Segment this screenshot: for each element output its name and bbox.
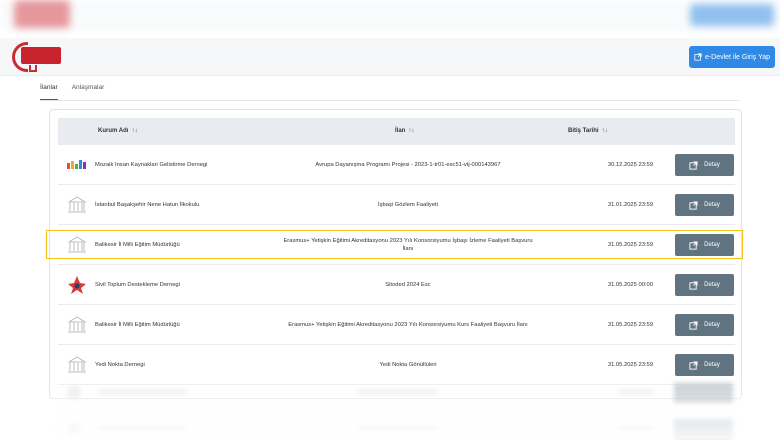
building-icon (66, 185, 88, 225)
kurum-name: Balikesir İl Milli Eğitim Müdürlüğü (95, 322, 180, 328)
sort-icon: ↑↓ (601, 128, 608, 134)
blurred-logo (14, 0, 70, 28)
bitis-tarihi: 31.05.2025 23:59 (607, 362, 653, 368)
ilan-title: Erasmus+ Yetişkin Eğitimi Akreditasyonu … (288, 321, 528, 328)
table-row: Sivil Toplum Destekleme Dernegi Sitoded … (58, 265, 735, 305)
blurred-button (690, 4, 774, 26)
external-link-icon (689, 160, 698, 170)
detay-label: Detay (704, 162, 720, 168)
sort-icon: ↑↓ (131, 128, 138, 134)
external-link-icon (689, 320, 698, 330)
detay-button[interactable]: Detay (675, 354, 734, 376)
bitis-tarihi: 31.05.2025 00:00 (607, 282, 653, 288)
ilan-title: Yedi Nokta Gönüllüleri (379, 361, 437, 368)
detay-button[interactable]: Detay (675, 154, 734, 176)
table-row: Yedi Nokta Dernegi Yedi Nokta Gönüllüler… (58, 345, 735, 385)
ilan-title: Sitoded 2024 Esc (385, 281, 431, 288)
star-logo-icon (66, 265, 88, 305)
table-header: Kurum Adı ↑↓ İlan ↑↓ Bitiş Tarihi ↑↓ (58, 118, 735, 145)
sort-icon: ↑↓ (408, 128, 415, 134)
detay-label: Detay (704, 322, 720, 328)
table-row: Balikesir İl Milli Eğitim Müdürlüğü Eras… (58, 305, 735, 345)
table-row: Mozaik Insan Kaynaklari Gelistirme Derne… (58, 145, 735, 185)
detay-button[interactable]: Detay (675, 274, 734, 296)
ulusal-ajans-logo[interactable] (12, 42, 64, 72)
building-icon (66, 305, 88, 345)
ilan-title: Avrupa Dayanışma Programı Projesi - 2023… (315, 161, 501, 168)
site-header (0, 38, 780, 76)
kurum-name: Yedi Nokta Dernegi (95, 362, 145, 368)
detay-button[interactable]: Detay (675, 314, 734, 336)
detay-button[interactable]: Detay (675, 194, 734, 216)
egov-login-button[interactable]: e-Devlet ile Giriş Yap (689, 46, 775, 68)
tabs-divider (40, 100, 740, 101)
external-link-icon (694, 53, 702, 61)
detay-label: Detay (704, 202, 720, 208)
blurred-top-bar (0, 0, 780, 32)
table-row: İstanbul Başakşehir Nene Hatun İlkokulu … (58, 185, 735, 225)
external-link-icon (689, 200, 698, 210)
detay-label: Detay (704, 362, 720, 368)
tab-ilanlar[interactable]: İlanlar (40, 84, 58, 100)
column-kurum-label: Kurum Adı (98, 128, 129, 134)
column-ilan-label: İlan (395, 128, 406, 134)
highlighted-row-frame (46, 230, 743, 259)
bottom-fade (50, 381, 742, 440)
bitis-tarihi: 31.05.2025 23:59 (607, 322, 653, 328)
column-bitis-label: Bitiş Tarihi (568, 128, 599, 134)
logo-plate (21, 47, 61, 64)
tab-bar: İlanlar Anlaşmalar (40, 84, 118, 100)
egov-login-label: e-Devlet ile Giriş Yap (704, 53, 771, 61)
tab-anlasmalar[interactable]: Anlaşmalar (72, 84, 119, 100)
bitis-tarihi: 31.01.2025 23:59 (607, 202, 653, 208)
external-link-icon (689, 360, 698, 370)
column-header-ilan[interactable]: İlan ↑↓ (395, 118, 414, 145)
detay-label: Detay (704, 282, 720, 288)
column-header-kurum[interactable]: Kurum Adı ↑↓ (98, 118, 137, 145)
kurum-name: Mozaik Insan Kaynaklari Gelistirme Derne… (95, 162, 208, 168)
bitis-tarihi: 30.12.2025 23:59 (607, 162, 653, 168)
ilan-title: İşbaşi Gözlem Faaliyeti (378, 201, 438, 208)
external-link-icon (689, 280, 698, 290)
kurum-name: İstanbul Başakşehir Nene Hatun İlkokulu (95, 202, 200, 208)
kurum-name: Sivil Toplum Destekleme Dernegi (95, 282, 180, 288)
mozaik-logo-icon (66, 145, 88, 185)
building-icon (66, 345, 88, 385)
logo-foot (29, 65, 37, 72)
column-header-bitis[interactable]: Bitiş Tarihi ↑↓ (568, 118, 608, 145)
